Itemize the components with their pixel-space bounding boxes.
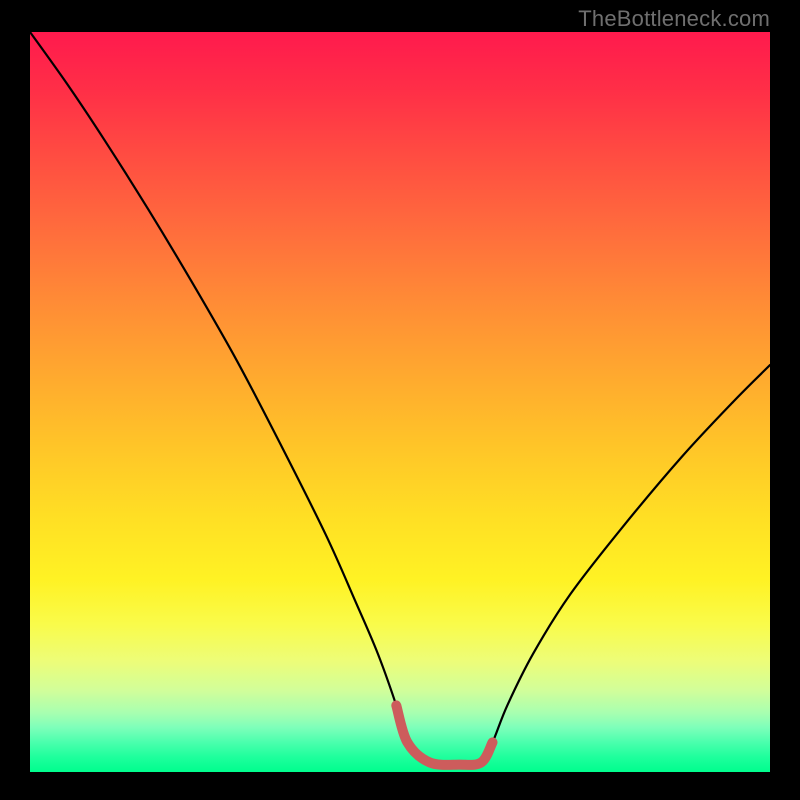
chart-frame: TheBottleneck.com bbox=[0, 0, 800, 800]
plot-area bbox=[30, 32, 770, 772]
chart-svg bbox=[30, 32, 770, 772]
bottom-highlight-segment bbox=[396, 705, 492, 764]
watermark-text: TheBottleneck.com bbox=[578, 6, 770, 32]
bottleneck-curve bbox=[30, 32, 770, 765]
